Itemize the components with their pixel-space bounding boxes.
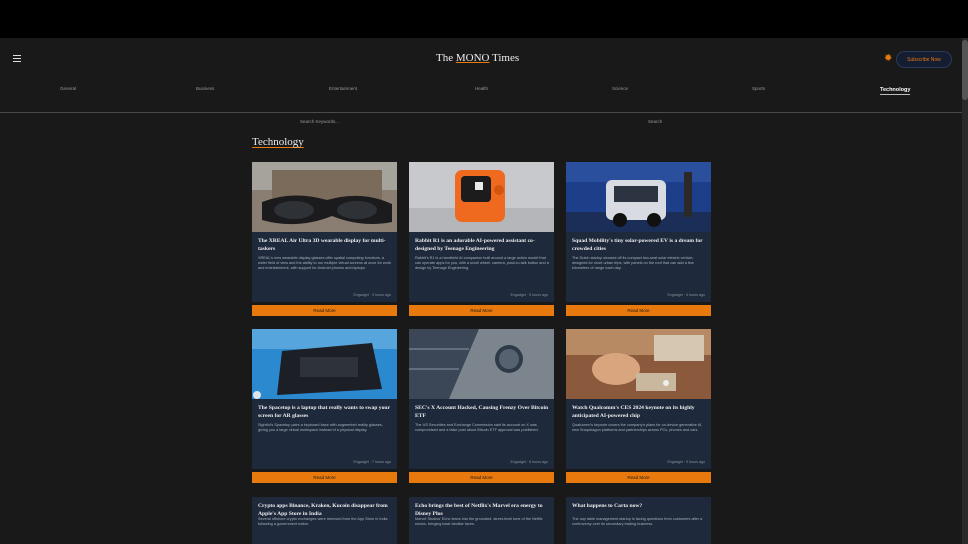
card-meta: Engadget · 9 hours ago [667, 460, 705, 464]
card-title[interactable]: SEC's X Account Hacked, Causing Frenzy O… [415, 405, 549, 420]
read-more-button[interactable]: Read More [252, 305, 397, 316]
news-card[interactable]: What happens to Carta now? The cap table… [566, 497, 711, 544]
nav-health[interactable]: Health [475, 86, 488, 91]
card-title[interactable]: The Spacetop is a laptop that really wan… [258, 405, 392, 420]
page-scrollbar[interactable] [962, 38, 968, 544]
card-excerpt: The Dutch startup showed off its compact… [572, 256, 694, 270]
card-meta: Engadget · 6 hours ago [667, 293, 705, 297]
scrollbar-thumb[interactable] [962, 40, 968, 100]
card-title[interactable]: What happens to Carta now? [572, 503, 706, 511]
nav-sports[interactable]: Sports [752, 86, 765, 91]
card-excerpt: Marvel Studios' Echo leans into the grou… [415, 517, 543, 526]
browser-top-bar [0, 0, 968, 38]
card-meta: Engadget · 7 hours ago [353, 460, 391, 464]
card-excerpt: The cap table management startup is faci… [572, 517, 703, 526]
news-card[interactable]: Crypto apps Binance, Kraken, Kucoin disa… [252, 497, 397, 544]
read-more-button[interactable]: Read More [566, 305, 711, 316]
site-logo[interactable]: The MONO Times [436, 52, 519, 64]
article-image [566, 329, 711, 399]
nav-entertainment[interactable]: Entertainment [329, 86, 357, 91]
hamburger-menu-icon[interactable] [13, 55, 21, 62]
news-card[interactable]: Watch Qualcomm's CES 2024 keynote on its… [566, 329, 711, 469]
card-meta: Engadget · 5 hours ago [510, 293, 548, 297]
nav-general[interactable]: General [60, 86, 76, 91]
card-title[interactable]: Squad Mobility's tiny solar-powered EV i… [572, 238, 706, 253]
card-title[interactable]: Crypto apps Binance, Kraken, Kucoin disa… [258, 503, 392, 518]
category-nav: General Business Entertainment Health Sc… [0, 82, 962, 113]
nav-science[interactable]: Science [612, 86, 628, 91]
site-header: The MONO Times ✹ Subscribe Now [0, 38, 962, 82]
card-title[interactable]: The XREAL Air Ultra 3D wearable display … [258, 238, 392, 253]
search-input[interactable]: Search Keywords... [300, 119, 339, 124]
article-image [566, 162, 711, 232]
page-title: Technology [252, 136, 304, 148]
card-meta: Engadget · 8 hours ago [510, 460, 548, 464]
card-excerpt: Qualcomm's keynote covers the company's … [572, 423, 703, 432]
news-card[interactable]: The Spacetop is a laptop that really wan… [252, 329, 397, 469]
card-meta: Engadget · 3 hours ago [353, 293, 391, 297]
nav-technology[interactable]: Technology [880, 87, 911, 95]
news-card[interactable]: SEC's X Account Hacked, Causing Frenzy O… [409, 329, 554, 469]
card-excerpt: Rabbit's R1 is a handheld AI companion b… [415, 256, 549, 270]
read-more-button[interactable]: Read More [566, 472, 711, 483]
read-more-button[interactable]: Read More [252, 472, 397, 483]
read-more-button[interactable]: Read More [409, 305, 554, 316]
article-image [252, 329, 397, 399]
read-more-button[interactable]: Read More [409, 472, 554, 483]
card-title[interactable]: Echo brings the best of Netflix's Marvel… [415, 503, 549, 518]
news-card[interactable]: Rabbit R1 is an adorable AI-powered assi… [409, 162, 554, 302]
card-excerpt: Several offshore crypto exchanges were r… [258, 517, 388, 526]
card-title[interactable]: Rabbit R1 is an adorable AI-powered assi… [415, 238, 549, 253]
card-excerpt: Sightful's Spacetop pairs a keyboard bas… [258, 423, 383, 432]
theme-toggle-sun-icon[interactable]: ✹ [884, 54, 892, 64]
card-excerpt: The US Securities and Exchange Commissio… [415, 423, 539, 432]
news-card[interactable]: Echo brings the best of Netflix's Marvel… [409, 497, 554, 544]
news-card[interactable]: Squad Mobility's tiny solar-powered EV i… [566, 162, 711, 302]
article-image [409, 162, 554, 232]
subscribe-button[interactable]: Subscribe Now [896, 51, 952, 68]
article-image [252, 162, 397, 232]
card-excerpt: XREAL's new wearable display glasses off… [258, 256, 391, 270]
news-card[interactable]: The XREAL Air Ultra 3D wearable display … [252, 162, 397, 302]
search-button[interactable]: Search [648, 119, 662, 124]
card-title[interactable]: Watch Qualcomm's CES 2024 keynote on its… [572, 405, 706, 420]
nav-business[interactable]: Business [196, 86, 214, 91]
article-image [409, 329, 554, 399]
